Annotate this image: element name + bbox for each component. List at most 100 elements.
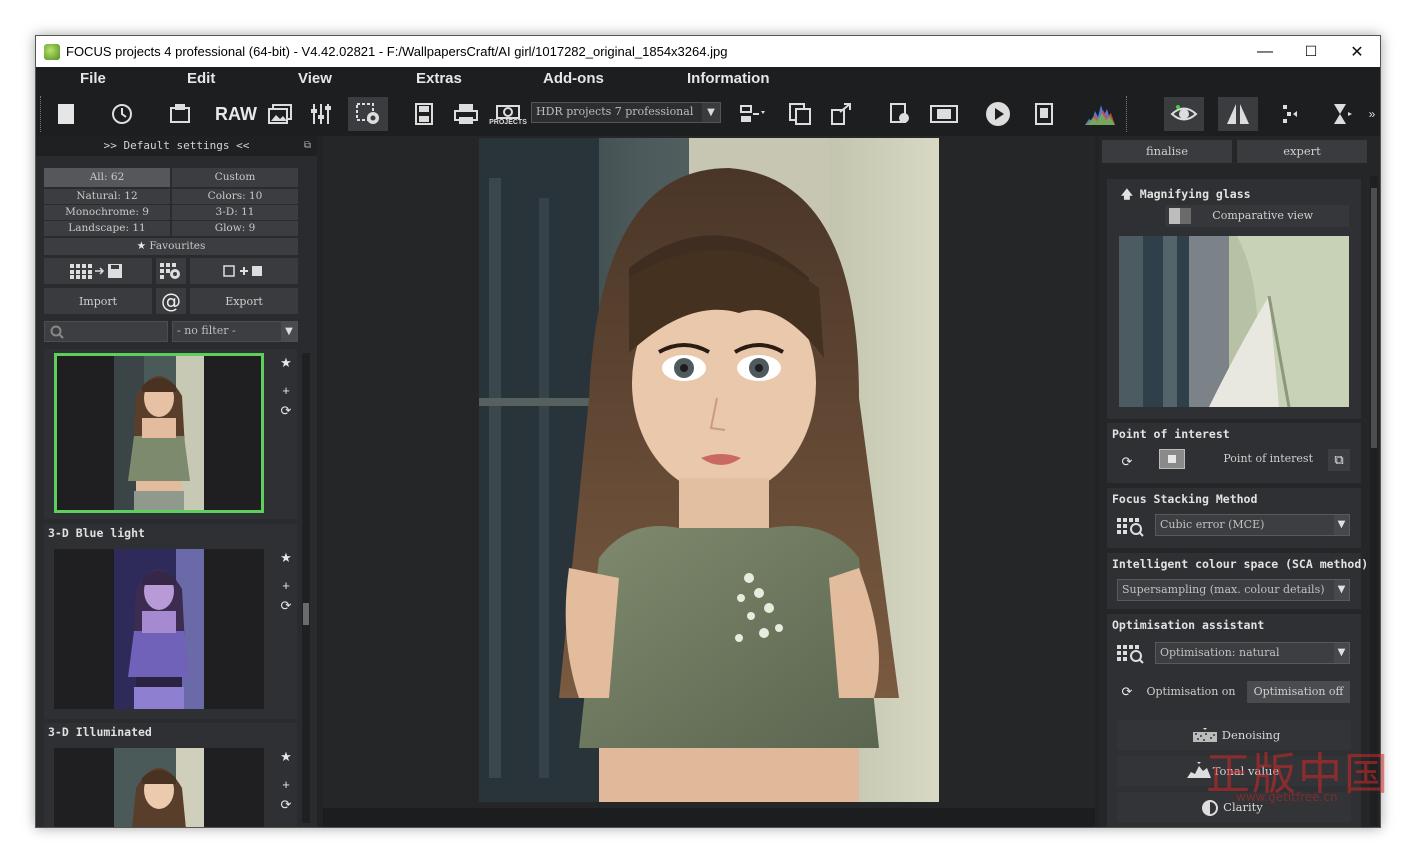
preset-settings-button[interactable] bbox=[156, 258, 186, 284]
filmstrip-icon[interactable] bbox=[924, 97, 964, 131]
menu-view[interactable]: View bbox=[298, 70, 332, 87]
poi-button[interactable]: Point of interest bbox=[1153, 448, 1323, 470]
at-sign-icon[interactable]: @ bbox=[156, 288, 186, 314]
eye-preview-icon[interactable] bbox=[1164, 97, 1204, 131]
favourite-star-icon[interactable]: ★ bbox=[278, 550, 294, 566]
category-custom[interactable]: Custom bbox=[172, 168, 298, 187]
view-mode-icon[interactable] bbox=[1270, 97, 1306, 131]
toolbar-more-button[interactable]: » bbox=[1362, 97, 1380, 131]
optimisation-select[interactable]: Optimisation: natural ▼ bbox=[1155, 642, 1350, 664]
point-of-interest-section: Point of interest ⟳ Point of interest ⧉ bbox=[1107, 423, 1361, 483]
optimisation-on-button[interactable]: Optimisation on bbox=[1141, 681, 1241, 703]
refresh-icon[interactable]: ⟳ bbox=[1117, 684, 1137, 700]
gallery-icon[interactable] bbox=[262, 97, 298, 131]
search-input[interactable] bbox=[44, 321, 168, 342]
search-icon bbox=[50, 325, 64, 339]
menu-file[interactable]: File bbox=[80, 70, 106, 87]
projects-icon[interactable]: PROJECTS bbox=[489, 97, 527, 131]
main-photo[interactable] bbox=[479, 138, 939, 802]
undock-icon[interactable]: ⧉ bbox=[304, 136, 311, 156]
preset-thumbnail[interactable] bbox=[54, 549, 264, 709]
settings-scrollbar[interactable] bbox=[1370, 176, 1378, 826]
grid-magnifier-icon bbox=[1117, 518, 1144, 537]
colour-space-select[interactable]: Supersampling (max. colour details) ▼ bbox=[1117, 579, 1350, 601]
refresh-icon[interactable]: ⟳ bbox=[278, 797, 294, 813]
preset-card[interactable]: 3-D Illuminated ★ + ⟳ bbox=[44, 723, 297, 827]
category-landscape[interactable]: Landscape: 11 bbox=[44, 221, 170, 236]
category-3d[interactable]: 3-D: 11 bbox=[172, 205, 298, 220]
import-button[interactable]: Import bbox=[44, 288, 152, 314]
maximize-button[interactable]: ☐ bbox=[1288, 36, 1334, 67]
app-window: FOCUS projects 4 professional (64-bit) -… bbox=[35, 35, 1381, 828]
batch-settings-icon[interactable] bbox=[348, 97, 388, 131]
preset-card[interactable]: 3-D Blue light ★ + ⟳ bbox=[44, 524, 297, 719]
menu-bar: File Edit View Extras Add-ons Informatio… bbox=[36, 67, 1380, 92]
colour-space-section: Intelligent colour space (SCA method) Su… bbox=[1107, 553, 1368, 609]
favourite-star-icon[interactable]: ★ bbox=[278, 355, 294, 371]
close-button[interactable]: ✕ bbox=[1334, 36, 1380, 67]
scrollbar-thumb[interactable] bbox=[303, 603, 309, 625]
compare-split-icon[interactable] bbox=[1218, 97, 1258, 131]
optimisation-off-button[interactable]: Optimisation off bbox=[1247, 681, 1350, 703]
chevron-down-icon: ▼ bbox=[281, 322, 297, 341]
comparative-view-toggle[interactable]: Comparative view bbox=[1165, 205, 1349, 227]
print-icon[interactable] bbox=[448, 97, 484, 131]
tab-finalise[interactable]: finalise bbox=[1102, 140, 1232, 163]
image-canvas[interactable] bbox=[323, 136, 1095, 808]
preset-title: 3-D Illuminated bbox=[48, 725, 152, 739]
open-series-icon[interactable] bbox=[162, 97, 198, 131]
copy-image-icon[interactable] bbox=[782, 97, 818, 131]
filter-select[interactable]: - no filter - ▼ bbox=[172, 321, 298, 342]
history-icon[interactable] bbox=[104, 97, 140, 131]
grid-magnifier-icon bbox=[1117, 645, 1144, 664]
histogram-icon[interactable] bbox=[1080, 97, 1120, 131]
stacking-method-select[interactable]: Cubic error (MCE) ▼ bbox=[1155, 514, 1350, 536]
presets-scrollbar[interactable] bbox=[302, 353, 310, 823]
copy-icon[interactable]: ⧉ bbox=[1328, 449, 1350, 471]
magnifier-image bbox=[1119, 236, 1349, 407]
compare-icon bbox=[1169, 208, 1191, 224]
raw-button[interactable]: RAW bbox=[215, 97, 257, 131]
refresh-icon[interactable]: ⟳ bbox=[278, 598, 294, 614]
info-panel-icon[interactable] bbox=[1026, 97, 1062, 131]
favourites-button[interactable]: ★ Favourites bbox=[44, 238, 298, 255]
export-dropdown-icon[interactable] bbox=[736, 97, 772, 131]
chevron-down-icon: ▼ bbox=[1334, 580, 1349, 600]
menu-edit[interactable]: Edit bbox=[187, 70, 215, 87]
presets-panel: >> Default settings << ⧉ All: 62 Custom … bbox=[36, 136, 317, 827]
hourglass-icon[interactable] bbox=[1324, 97, 1360, 131]
slideshow-play-icon[interactable] bbox=[980, 97, 1016, 131]
scrollbar-thumb[interactable] bbox=[1371, 188, 1377, 448]
tab-expert[interactable]: expert bbox=[1237, 140, 1367, 163]
favourite-star-icon[interactable]: ★ bbox=[278, 749, 294, 765]
export-button[interactable]: Export bbox=[190, 288, 298, 314]
menu-add-ons[interactable]: Add-ons bbox=[543, 70, 604, 87]
presets-header[interactable]: >> Default settings << ⧉ bbox=[36, 136, 317, 156]
refresh-icon[interactable]: ⟳ bbox=[278, 403, 294, 419]
category-all[interactable]: All: 62 bbox=[44, 168, 170, 187]
preset-thumbnail[interactable] bbox=[54, 748, 264, 827]
category-colors[interactable]: Colors: 10 bbox=[172, 189, 298, 204]
preset-card[interactable]: ★ + ⟳ bbox=[44, 349, 297, 519]
toolbar-separator bbox=[1126, 96, 1127, 132]
preset-thumbnail-selected[interactable] bbox=[54, 353, 264, 513]
add-preset-button[interactable] bbox=[190, 258, 298, 284]
menu-extras[interactable]: Extras bbox=[416, 70, 462, 87]
category-monochrome[interactable]: Monochrome: 9 bbox=[44, 205, 170, 220]
save-presets-button[interactable] bbox=[44, 258, 152, 284]
save-settings-icon[interactable] bbox=[882, 97, 918, 131]
refresh-icon[interactable]: ⟳ bbox=[1117, 454, 1137, 470]
share-icon[interactable] bbox=[824, 97, 860, 131]
category-natural[interactable]: Natural: 12 bbox=[44, 189, 170, 204]
save-icon[interactable] bbox=[406, 97, 442, 131]
add-icon[interactable]: + bbox=[278, 383, 294, 398]
menu-information[interactable]: Information bbox=[687, 70, 770, 87]
add-icon[interactable]: + bbox=[278, 777, 294, 792]
add-icon[interactable]: + bbox=[278, 578, 294, 593]
category-glow[interactable]: Glow: 9 bbox=[172, 221, 298, 236]
adjust-sliders-icon[interactable] bbox=[304, 97, 340, 131]
hdr-projects-select[interactable]: HDR projects 7 professional ▼ bbox=[531, 102, 721, 123]
minimize-button[interactable]: — bbox=[1242, 36, 1288, 67]
magnifying-title[interactable]: 🡅 Magnifying glass bbox=[1121, 187, 1251, 206]
new-file-icon[interactable] bbox=[48, 97, 84, 131]
